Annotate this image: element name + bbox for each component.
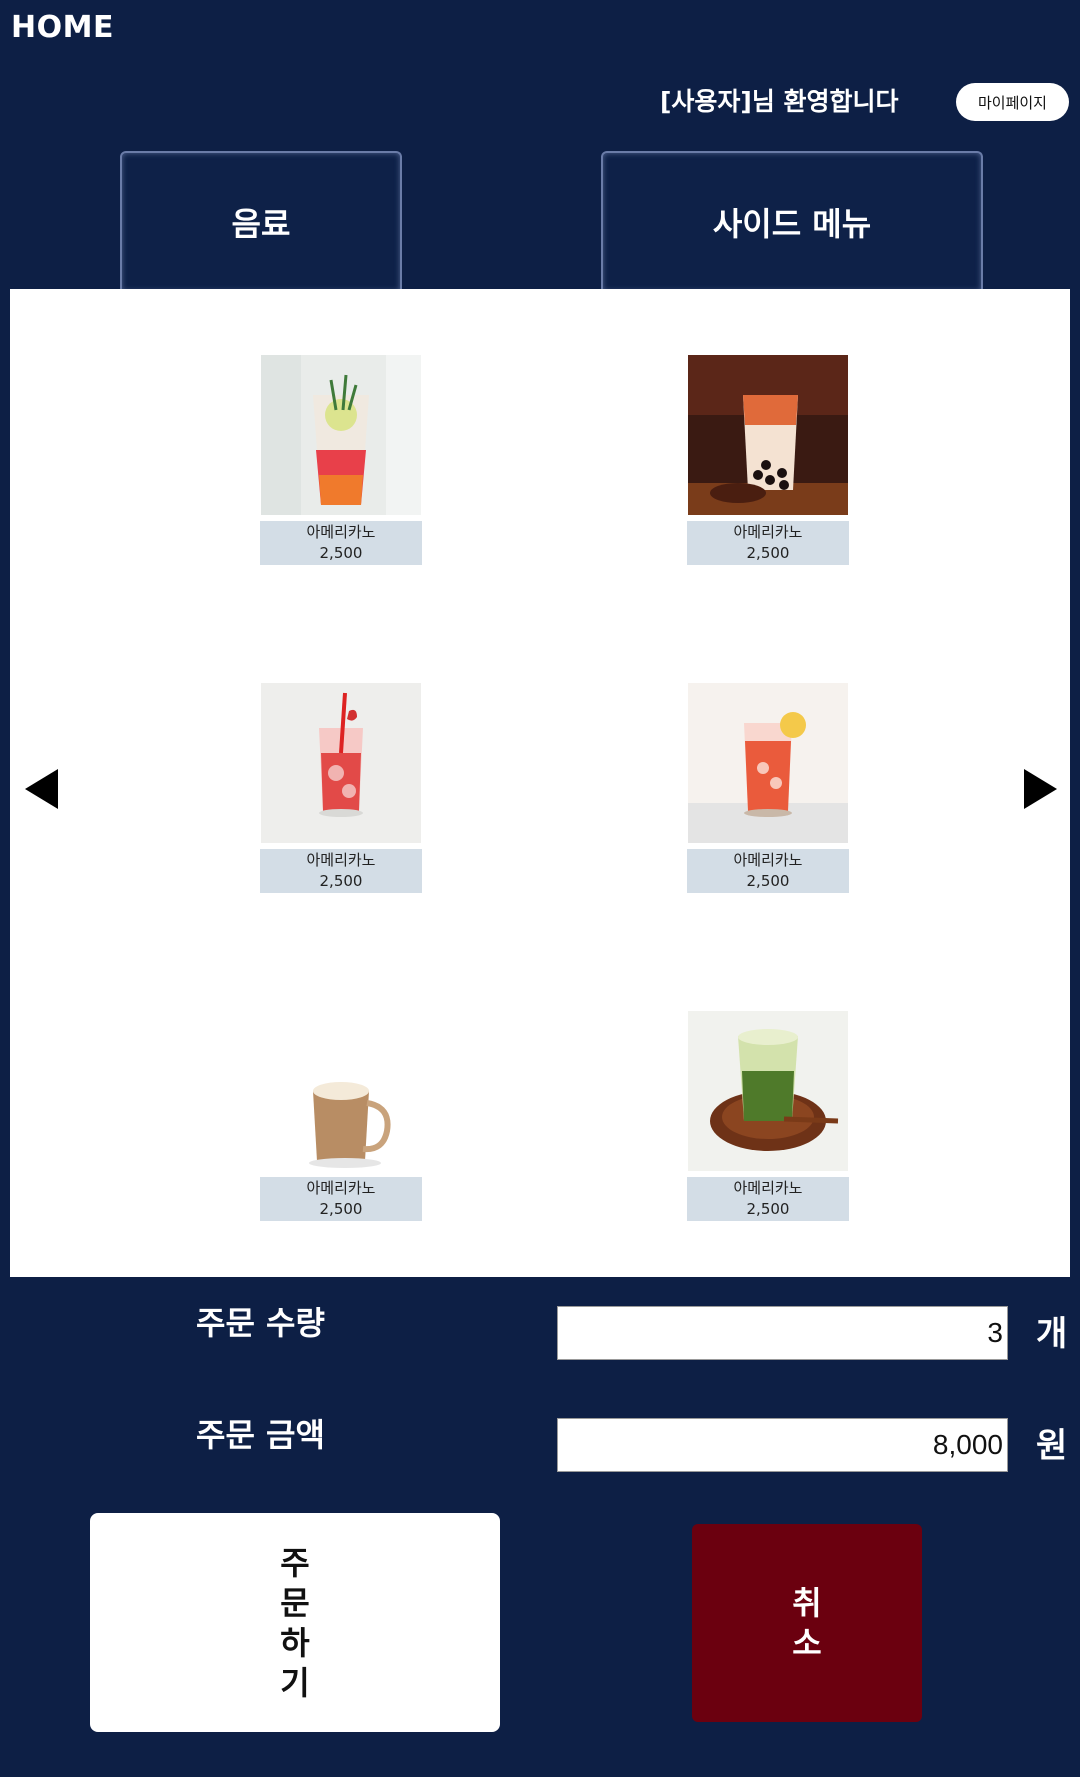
amount-unit: 원 [1036, 1426, 1068, 1466]
menu-item-price: 2,500 [746, 544, 790, 562]
cancel-button-label: 취소 [792, 1584, 822, 1662]
menu-item[interactable]: 아메리카노 2,500 [260, 1011, 422, 1221]
menu-item-name: 아메리카노 [306, 523, 376, 541]
menu-item[interactable]: 아메리카노 2,500 [687, 355, 849, 565]
cancel-button[interactable]: 취소 [692, 1524, 922, 1722]
menu-item-name: 아메리카노 [733, 851, 803, 869]
order-amount-field[interactable]: 8,000 [557, 1418, 1008, 1472]
bubble-milk-tea-photo [688, 355, 848, 515]
menu-item-name: 아메리카노 [733, 523, 803, 541]
menu-item[interactable]: 아메리카노 2,500 [260, 683, 422, 893]
menu-panel: 아메리카노 2,500 아메리카노 2,500 아메리카노 2,500 아메리카… [10, 289, 1070, 1277]
home-link[interactable]: HOME [11, 10, 114, 45]
rosemary-iced-tea-photo [261, 355, 421, 515]
tab-side-menu[interactable]: 사이드 메뉴 [601, 151, 983, 291]
menu-item-name: 아메리카노 [306, 851, 376, 869]
strawberry-soda-photo [261, 683, 421, 843]
order-button-label: 주문하기 [280, 1543, 310, 1702]
menu-item-price: 2,500 [319, 544, 363, 562]
menu-item-caption: 아메리카노 2,500 [687, 1177, 849, 1221]
menu-item-name: 아메리카노 [733, 1179, 803, 1197]
quantity-unit: 개 [1036, 1314, 1068, 1354]
triangle-right-icon[interactable] [1024, 769, 1057, 809]
order-quantity-label: 주문 수량 [196, 1304, 325, 1342]
lemon-iced-tea-photo [688, 683, 848, 843]
menu-item-price: 2,500 [746, 872, 790, 890]
menu-item-price: 2,500 [746, 1200, 790, 1218]
menu-item-caption: 아메리카노 2,500 [260, 1177, 422, 1221]
menu-item-price: 2,500 [319, 1200, 363, 1218]
order-button[interactable]: 주문하기 [90, 1513, 500, 1732]
menu-item-name: 아메리카노 [306, 1179, 376, 1197]
menu-item[interactable]: 아메리카노 2,500 [260, 355, 422, 565]
menu-item-caption: 아메리카노 2,500 [260, 849, 422, 893]
order-amount-label: 주문 금액 [196, 1416, 325, 1454]
menu-item-caption: 아메리카노 2,500 [687, 521, 849, 565]
order-quantity-field[interactable]: 3 [557, 1306, 1008, 1360]
matcha-latte-photo [688, 1011, 848, 1171]
mypage-button[interactable]: 마이페이지 [956, 83, 1069, 121]
menu-item-price: 2,500 [319, 872, 363, 890]
menu-item-caption: 아메리카노 2,500 [687, 849, 849, 893]
tab-drinks[interactable]: 음료 [120, 151, 402, 291]
menu-item[interactable]: 아메리카노 2,500 [687, 1011, 849, 1221]
latte-mug-photo [261, 1011, 421, 1171]
menu-item-caption: 아메리카노 2,500 [260, 521, 422, 565]
triangle-left-icon[interactable] [25, 769, 58, 809]
menu-item[interactable]: 아메리카노 2,500 [687, 683, 849, 893]
welcome-message: [사용자]님 환영합니다 [660, 87, 899, 116]
